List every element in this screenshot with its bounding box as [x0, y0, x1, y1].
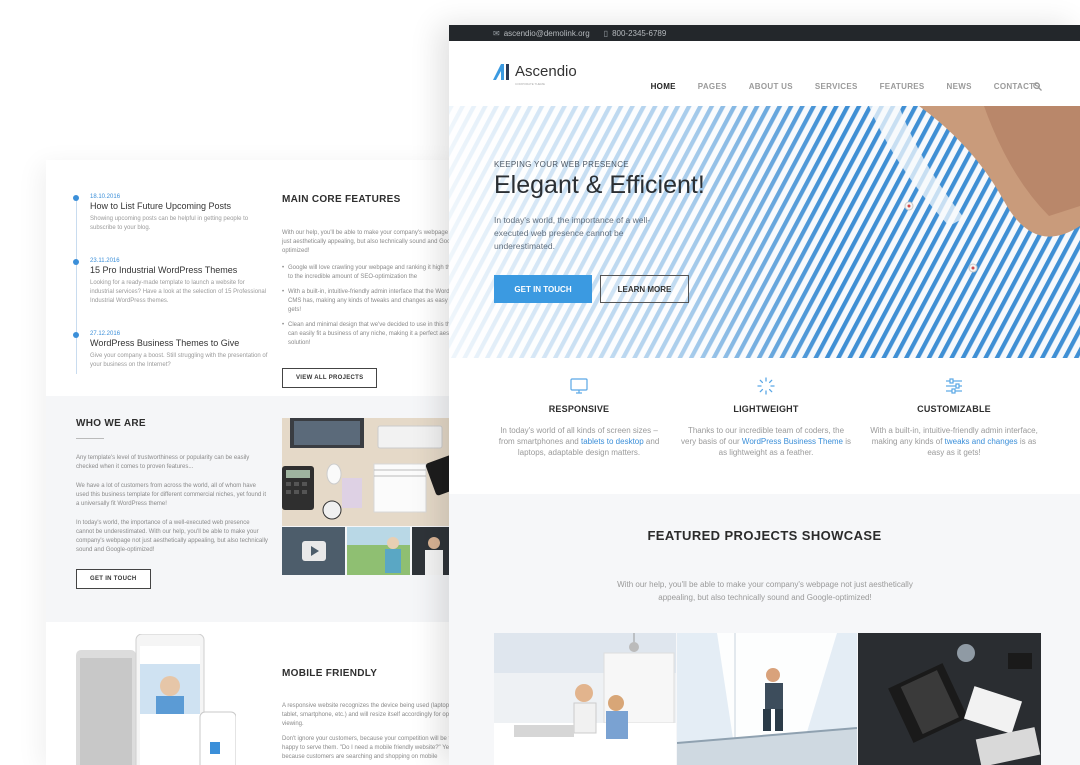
mobile-friendly-heading: MOBILE FRIENDLY [282, 668, 378, 679]
hero-title: Elegant & Efficient! [494, 171, 705, 199]
who-we-are-section: WHO WE ARE Any template's level of trust… [46, 396, 466, 622]
features-row: RESPONSIVE In today's world of all kinds… [449, 358, 1080, 494]
core-feature-bullet: Clean and minimal design that we've deci… [282, 321, 466, 348]
hero-content: KEEPING YOUR WEB PRESENCE Elegant & Effi… [494, 160, 734, 303]
phone-icon: ▯ [603, 28, 609, 38]
phone-text: 800-2345-6789 [612, 28, 667, 38]
timeline-dot [73, 195, 79, 201]
sliders-icon [869, 376, 1039, 396]
project-card-desk[interactable] [858, 633, 1041, 765]
photo-thumbnail[interactable] [347, 527, 410, 575]
mobile-friendly-paragraph: A responsive website recognizes the devi… [282, 703, 462, 727]
envelope-icon: ✉ [493, 28, 500, 38]
core-features-list: Google will love crawling your webpage a… [282, 264, 466, 348]
core-feature-bullet: Google will love crawling your webpage a… [282, 264, 466, 282]
main-header: Ascendio CORPORATE THEME HOME PAGES ABOU… [449, 41, 1080, 106]
view-all-projects-button[interactable]: VIEW ALL PROJECTS [282, 368, 378, 388]
top-contact-bar: ✉ ascendio@demolink.org ▯ 800-2345-6789 [449, 25, 1080, 41]
hero-description: In today's world, the importance of a we… [494, 215, 651, 251]
who-we-are-heading: WHO WE ARE [76, 418, 146, 429]
timeline-date: 18.10.2016 [90, 194, 121, 200]
menu-item-home[interactable]: HOME [651, 82, 676, 91]
workspace-photo [282, 418, 466, 526]
timeline-title-link[interactable]: How to List Future Upcoming Posts [90, 201, 270, 211]
learn-more-button[interactable]: LEARN MORE [600, 275, 689, 303]
timeline-dot [73, 259, 79, 265]
timeline-date: 23.11.2016 [90, 258, 120, 264]
project-card-office[interactable] [494, 633, 676, 765]
timeline-item: 23.11.2016 15 Pro Industrial WordPress T… [73, 258, 270, 306]
website-preview: ✉ ascendio@demolink.org ▯ 800-2345-6789 … [449, 25, 1080, 765]
hero-kicker: KEEPING YOUR WEB PRESENCE [494, 160, 629, 169]
showcase-heading: FEATURED PROJECTS SHOWCASE [647, 528, 882, 543]
showcase-description: With our help, you'll be able to make yo… [617, 580, 913, 602]
brand-tagline: CORPORATE THEME [515, 82, 546, 86]
who-get-in-touch-button[interactable]: GET IN TOUCH [76, 569, 151, 589]
brand-name: Ascendio [515, 63, 577, 80]
timeline-excerpt: Showing upcoming posts can be helpful in… [90, 216, 249, 231]
main-menu: HOME PAGES ABOUT US SERVICES FEATURES NE… [651, 82, 1040, 91]
timeline-excerpt: Give your company a boost. Still struggl… [90, 353, 268, 368]
video-thumbnail[interactable] [282, 527, 345, 575]
feature-responsive: RESPONSIVE In today's world of all kinds… [494, 376, 664, 458]
feature-title: RESPONSIVE [548, 404, 610, 414]
timeline-excerpt: Looking for a ready-made template to lau… [90, 280, 267, 304]
play-icon[interactable] [282, 527, 345, 575]
timeline-item: 27.12.2016 WordPress Business Themes to … [73, 331, 270, 370]
hero-banner: KEEPING YOUR WEB PRESENCE Elegant & Effi… [449, 106, 1080, 358]
mobile-friendly-paragraph: Don't ignore your customers, because you… [282, 736, 457, 760]
get-in-touch-button[interactable]: GET IN TOUCH [494, 275, 592, 303]
workspace-illustration [282, 418, 466, 526]
menu-item-about-us[interactable]: ABOUT US [749, 82, 793, 91]
who-we-are-text: WHO WE ARE Any template's level of trust… [76, 418, 268, 589]
email-text: ascendio@demolink.org [503, 28, 590, 38]
feature-title: LIGHTWEIGHT [733, 404, 799, 414]
menu-item-services[interactable]: SERVICES [815, 82, 858, 91]
mobile-friendly-section: MOBILE FRIENDLY A responsive website rec… [46, 622, 466, 765]
timeline-line [76, 198, 77, 374]
heading-divider [76, 438, 104, 439]
loader-icon [681, 376, 851, 396]
timeline-title-link[interactable]: WordPress Business Themes to Give [90, 338, 270, 348]
feature-description: Thanks to our incredible team of coders,… [681, 426, 851, 457]
menu-item-pages[interactable]: PAGES [698, 82, 727, 91]
feature-link[interactable]: tablets to desktop [581, 437, 644, 446]
projects-showcase-section: FEATURED PROJECTS SHOWCASE With our help… [449, 494, 1080, 765]
feature-description: In today's world of all kinds of screen … [498, 426, 660, 457]
photo-thumbnails [282, 527, 466, 575]
hero-buttons: GET IN TOUCH LEARN MORE [494, 275, 734, 303]
core-features-section: MAIN CORE FEATURES With our help, you'll… [282, 194, 466, 388]
core-feature-bullet: With a built-in, intuitive-friendly admi… [282, 288, 466, 315]
project-card-sailing[interactable] [677, 633, 857, 765]
logo-mark-icon [493, 63, 509, 80]
search-icon[interactable] [1033, 82, 1042, 93]
feature-title: CUSTOMIZABLE [917, 404, 991, 414]
mobile-friendly-text: A responsive website recognizes the devi… [282, 702, 466, 765]
timeline-dot [73, 332, 79, 338]
core-features-intro: With our help, you'll be able to make yo… [282, 230, 461, 254]
who-we-are-paragraph: In today's world, the importance of a we… [76, 520, 268, 553]
monitor-icon [494, 376, 664, 396]
menu-item-features[interactable]: FEATURES [880, 82, 925, 91]
background-page-preview: 18.10.2016 How to List Future Upcoming P… [46, 160, 466, 765]
feature-link[interactable]: WordPress Business Theme [742, 437, 843, 446]
timeline-item: 18.10.2016 How to List Future Upcoming P… [73, 194, 270, 233]
timeline-title-link[interactable]: 15 Pro Industrial WordPress Themes [90, 265, 270, 275]
devices-illustration [76, 634, 236, 765]
feature-customizable: CUSTOMIZABLE With a built-in, intuitive-… [869, 376, 1039, 458]
feature-lightweight: LIGHTWEIGHT Thanks to our incredible tea… [681, 376, 851, 458]
who-we-are-paragraph: Any template's level of trustworthiness … [76, 455, 250, 470]
menu-item-news[interactable]: NEWS [947, 82, 972, 91]
contact-phone[interactable]: ▯ 800-2345-6789 [604, 29, 667, 38]
feature-link[interactable]: tweaks and changes [945, 437, 1018, 446]
contact-email[interactable]: ✉ ascendio@demolink.org [493, 29, 590, 38]
feature-description: With a built-in, intuitive-friendly admi… [870, 426, 1038, 457]
timeline-date: 27.12.2016 [90, 331, 121, 337]
who-we-are-paragraph: We have a lot of customers from across t… [76, 483, 266, 507]
core-features-heading: MAIN CORE FEATURES [282, 194, 401, 205]
site-logo[interactable]: Ascendio CORPORATE THEME [493, 63, 577, 86]
